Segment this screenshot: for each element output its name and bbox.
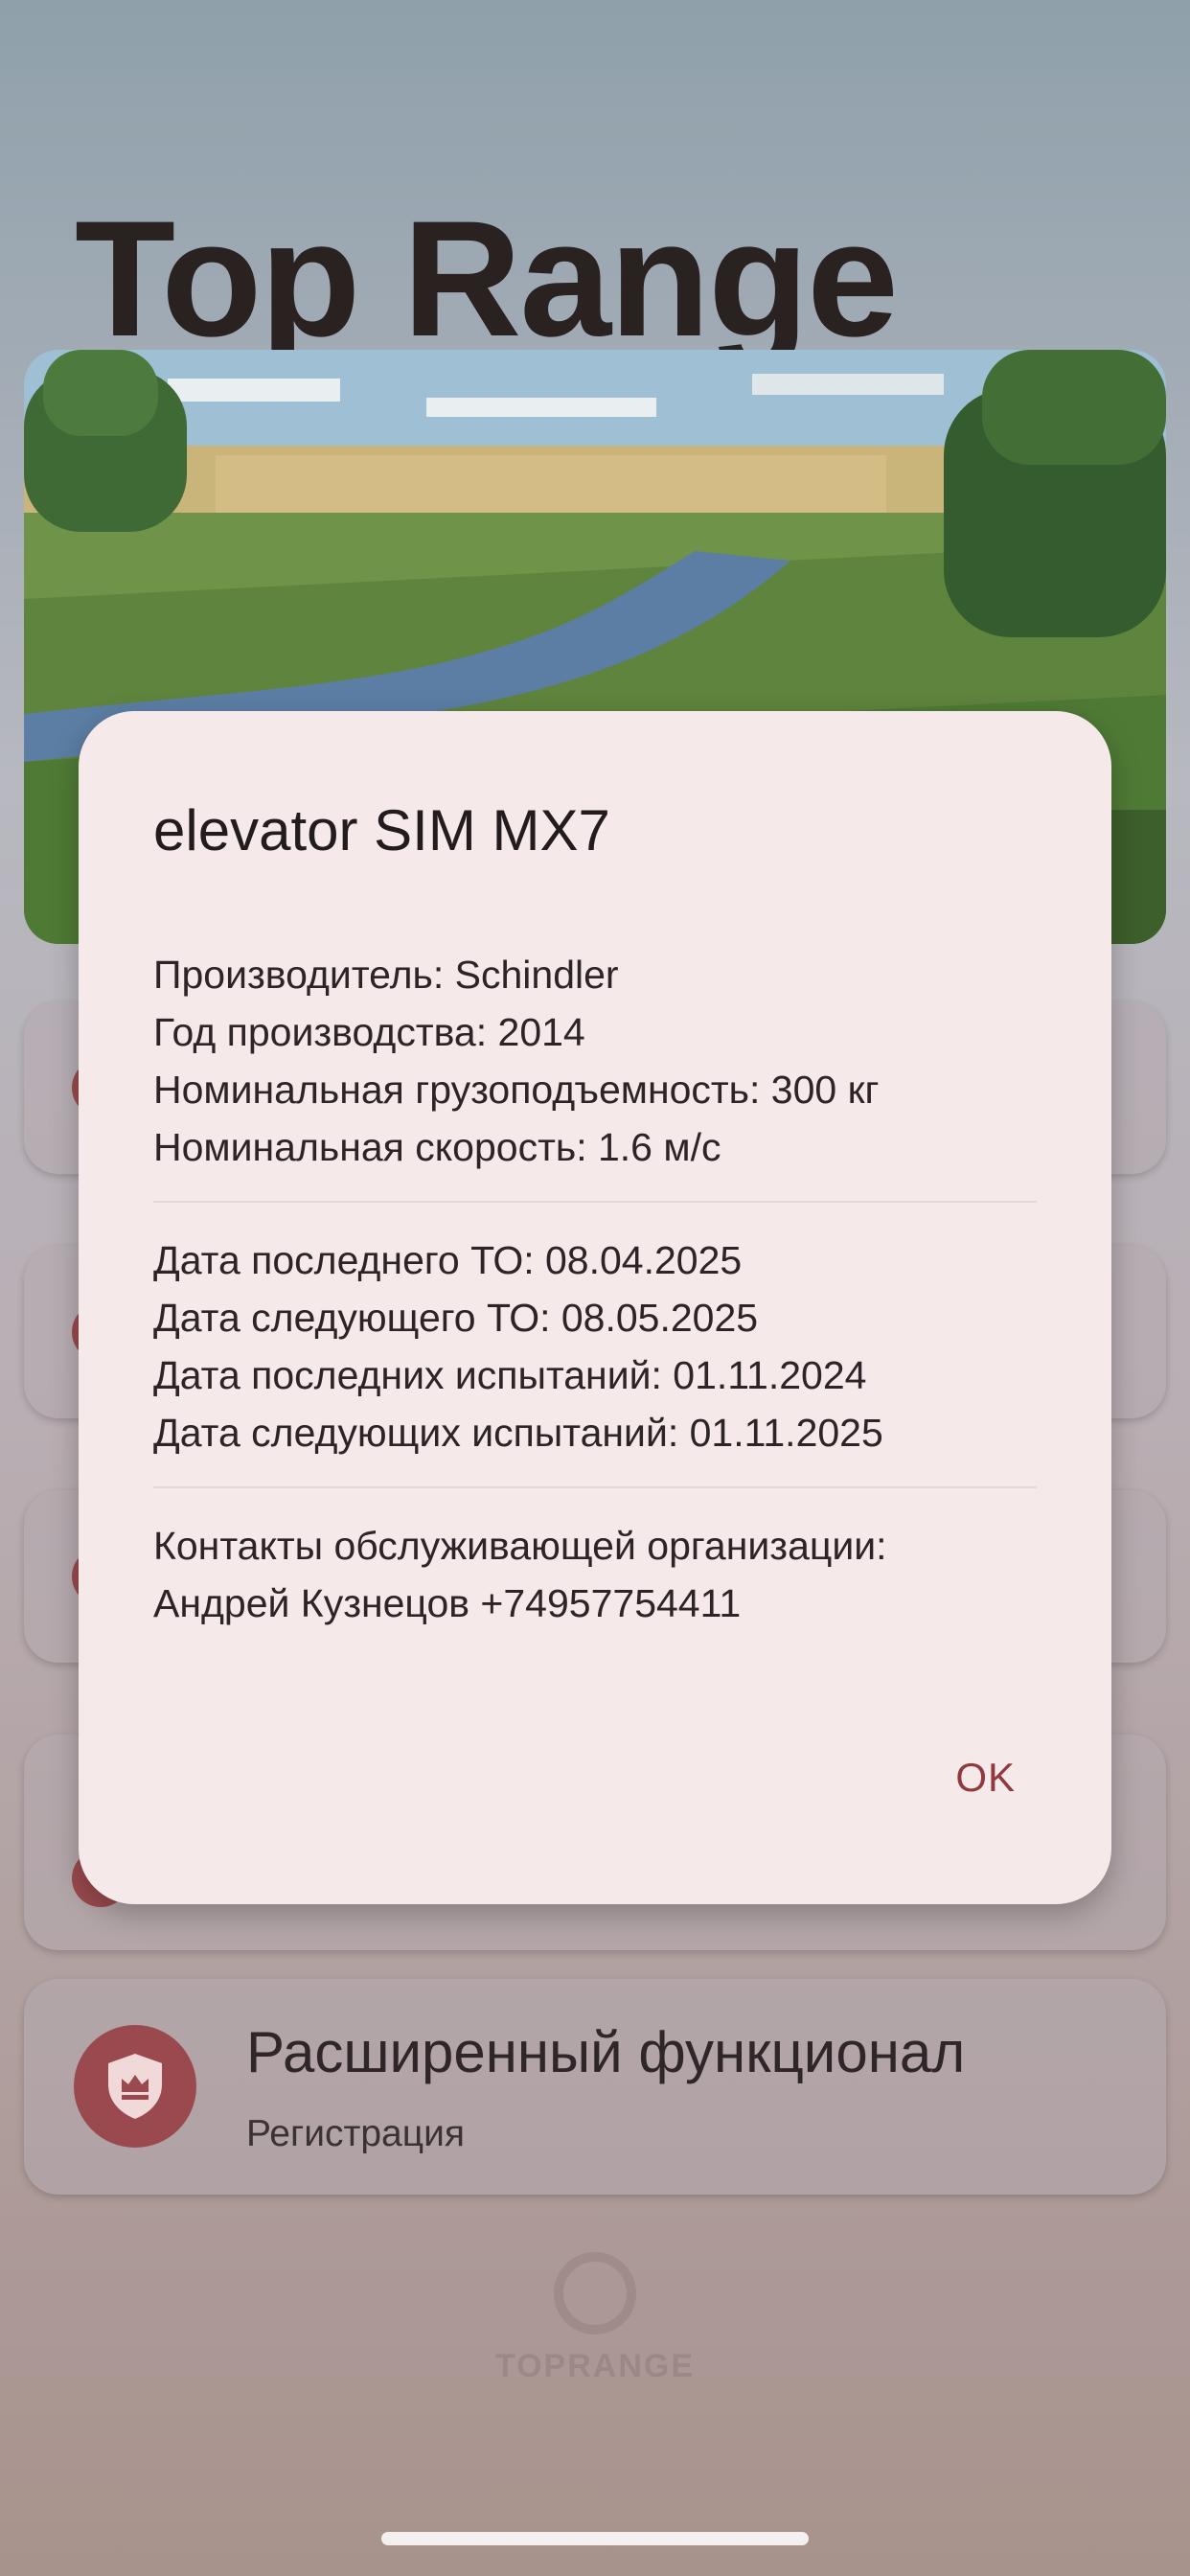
divider bbox=[153, 1486, 1037, 1488]
elevator-info-dialog: elevator SIM MX7 Производитель: Schindle… bbox=[79, 711, 1111, 1904]
card-title: Расширенный функционал bbox=[246, 2020, 966, 2084]
next-test-text: Дата следующих испытаний: 01.11.2025 bbox=[153, 1411, 883, 1455]
logo-text: TOPRANGE bbox=[494, 2348, 696, 2384]
app-title: Top Range bbox=[75, 187, 899, 371]
ok-button[interactable]: OK bbox=[955, 1755, 1016, 1801]
dates-section: Дата последнего ТО: 08.04.2025 Дата след… bbox=[153, 1231, 1037, 1461]
last-maintenance-text: Дата последнего ТО: 08.04.2025 bbox=[153, 1238, 743, 1282]
contact-person-text: Андрей Кузнецов +74957754411 bbox=[153, 1581, 742, 1625]
divider bbox=[153, 1201, 1037, 1203]
dialog-title: elevator SIM MX7 bbox=[153, 798, 610, 862]
menu-card-extended-features[interactable]: Расширенный функционал Регистрация bbox=[24, 1979, 1166, 2195]
year-text: Год производства: 2014 bbox=[153, 1010, 585, 1054]
footer-logo: TOPRANGE bbox=[0, 2252, 1190, 2385]
capacity-text: Номинальная грузоподъемность: 300 кг bbox=[153, 1068, 880, 1112]
manufacturer-text: Производитель: Schindler bbox=[153, 953, 619, 997]
next-maintenance-text: Дата следующего ТО: 08.05.2025 bbox=[153, 1296, 759, 1340]
home-indicator[interactable] bbox=[381, 2532, 809, 2545]
card-subtitle: Регистрация bbox=[246, 2113, 465, 2154]
speed-text: Номинальная скорость: 1.6 м/с bbox=[153, 1125, 721, 1169]
logo-icon bbox=[554, 2252, 636, 2334]
contacts-label: Контакты обслуживающей организации: bbox=[153, 1524, 887, 1568]
app-screen: Top Range Расширенный функционал Регистр… bbox=[0, 0, 1190, 2576]
last-test-text: Дата последних испытаний: 01.11.2024 bbox=[153, 1353, 867, 1397]
equipment-section: Производитель: Schindler Год производств… bbox=[153, 946, 1037, 1176]
contacts-section: Контакты обслуживающей организации: Андр… bbox=[153, 1517, 1037, 1632]
crown-shield-icon bbox=[74, 2025, 196, 2148]
